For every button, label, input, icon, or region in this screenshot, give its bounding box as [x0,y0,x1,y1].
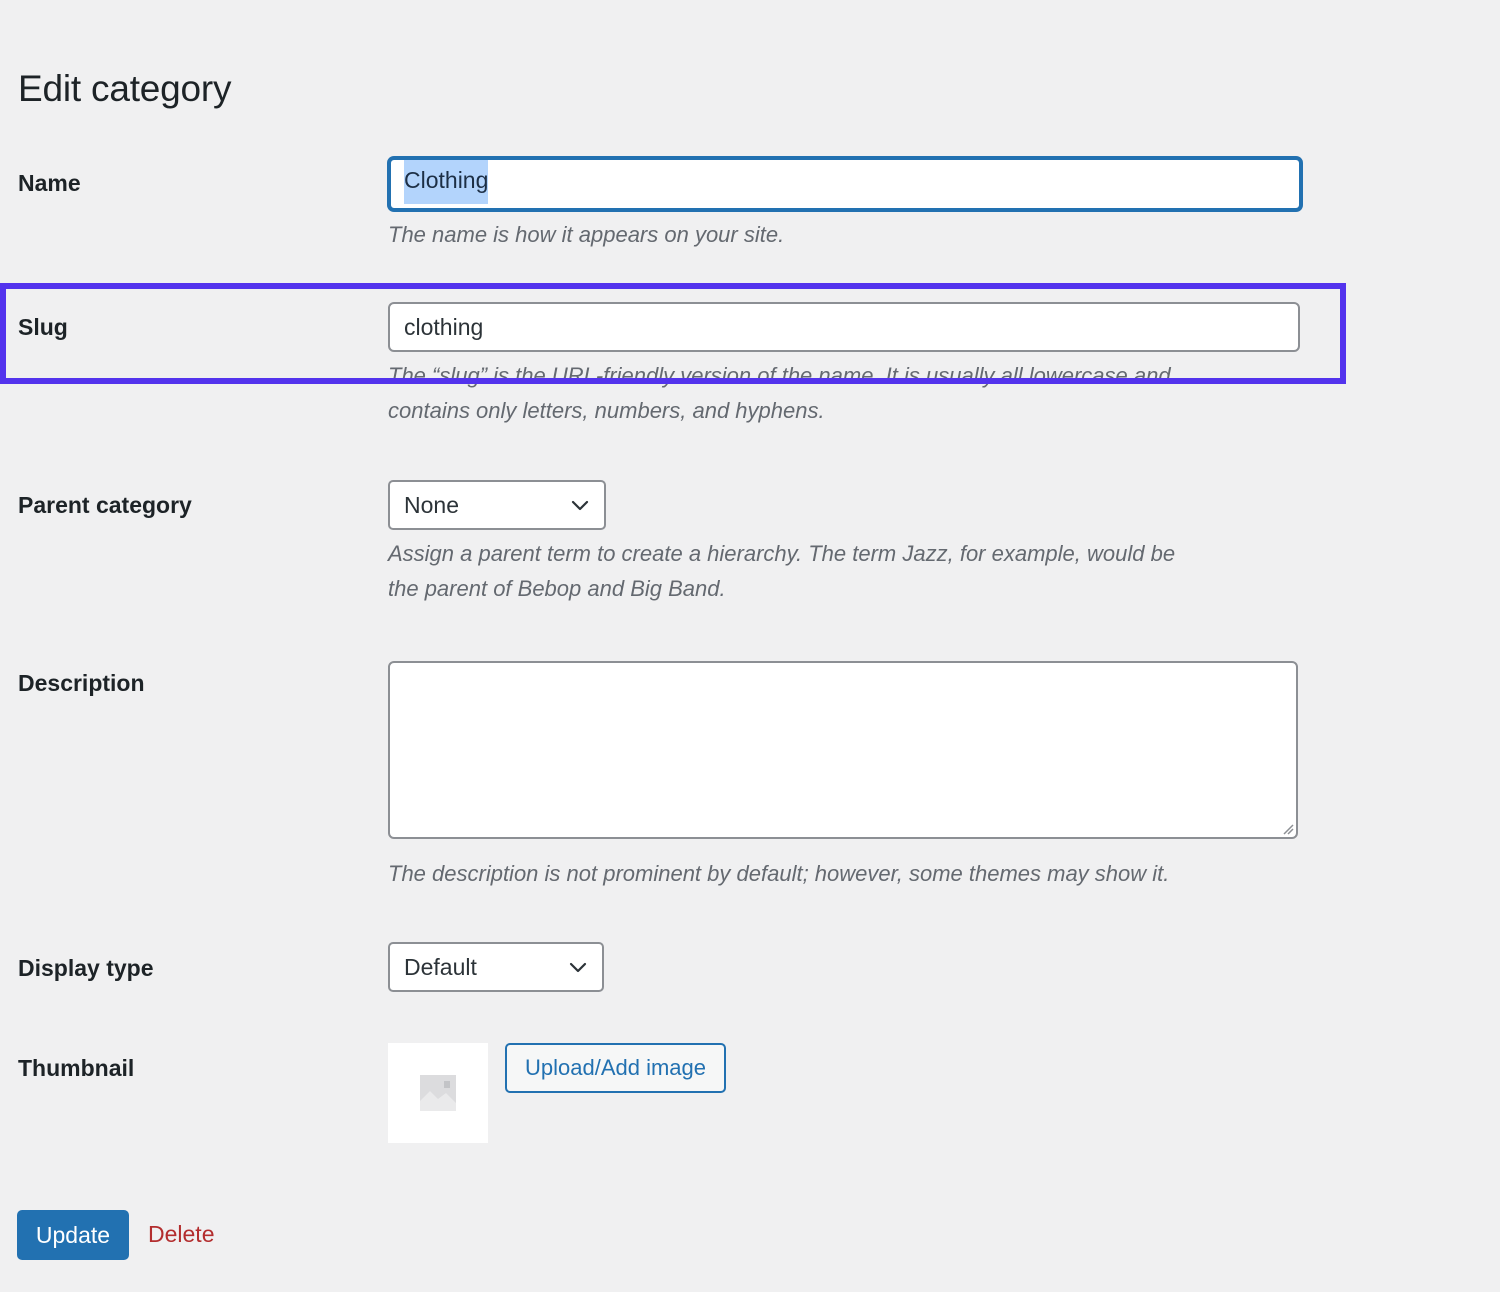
parent-category-select[interactable]: None [388,480,606,530]
name-input-box[interactable] [388,157,1302,211]
display-type-select[interactable]: Default [388,942,604,992]
chevron-down-icon [571,500,589,511]
description-textarea[interactable] [388,661,1298,839]
chevron-down-icon [569,962,587,973]
thumbnail-image [388,1043,488,1143]
display-type-selected: Default [404,953,477,980]
slug-input[interactable] [388,302,1300,352]
upload-add-image-button[interactable]: Upload/Add image [505,1043,727,1093]
description-label: Description [18,670,145,696]
thumbnail-preview [388,1043,488,1143]
parent-category-field-group: None Assign a parent term to create a hi… [388,480,1175,606]
name-help-text: The name is how it appears on your site. [388,222,785,247]
name-input-value: Clothing [404,167,489,193]
update-button[interactable]: Update [17,1210,129,1260]
image-placeholder-icon [420,1075,456,1111]
slug-help-line-2: contains only letters, numbers, and hyph… [388,398,825,423]
name-label: Name [18,170,81,196]
display-type-field-group: Default [388,942,604,992]
parent-category-selected: None [404,491,459,518]
parent-category-help-line-2: the parent of Bebop and Big Band. [388,576,726,601]
slug-label: Slug [18,314,68,340]
page-title: Edit category [18,68,232,109]
edit-category-page: Edit category Name Clothing Clothing The… [0,0,1500,1292]
parent-category-label: Parent category [18,492,192,518]
slug-field-group: The “slug” is the URL-friendly version o… [388,302,1300,428]
description-field-group: The description is not prominent by defa… [388,661,1298,891]
display-type-label: Display type [18,955,154,981]
name-field-group: Clothing Clothing The name is how it app… [388,157,1302,252]
description-help-text: The description is not prominent by defa… [388,861,1170,886]
delete-link[interactable]: Delete [148,1221,214,1248]
resize-grip-icon[interactable] [1280,821,1294,835]
parent-category-help-line-1: Assign a parent term to create a hierarc… [388,541,1176,566]
name-input[interactable]: Clothing Clothing [388,157,1302,211]
thumbnail-label: Thumbnail [18,1055,135,1081]
slug-help-line-1: The “slug” is the URL-friendly version o… [388,363,1171,388]
